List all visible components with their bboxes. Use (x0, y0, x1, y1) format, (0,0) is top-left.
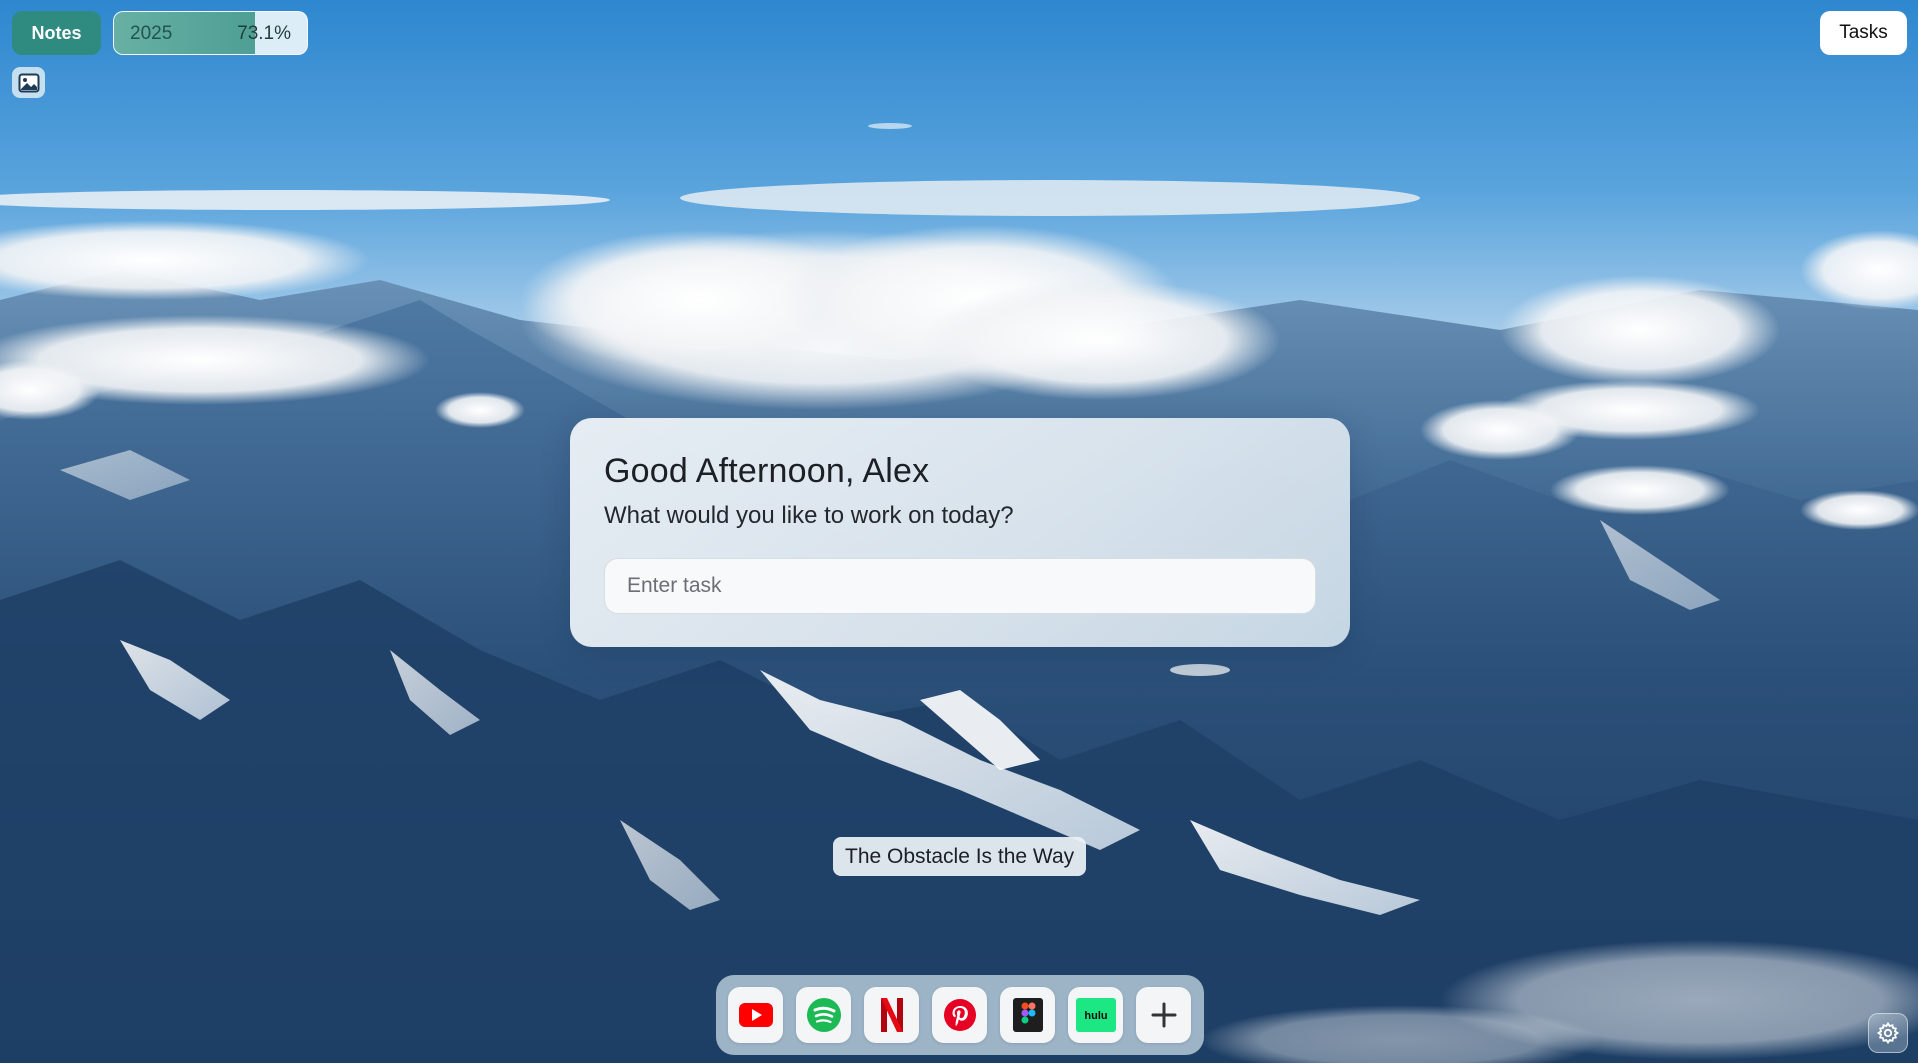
netflix-icon (880, 998, 903, 1032)
greeting-subtitle: What would you like to work on today? (604, 502, 1014, 529)
youtube-icon (738, 1003, 773, 1027)
settings-button[interactable] (1868, 1013, 1908, 1053)
dock-item-hulu[interactable]: hulu (1068, 987, 1123, 1043)
image-icon (18, 73, 39, 92)
dock-add-button[interactable] (1136, 987, 1191, 1043)
pinterest-icon (943, 999, 976, 1031)
figma-icon (1012, 998, 1043, 1032)
greeting-title: Good Afternoon, Alex (604, 452, 930, 490)
dock-item-spotify[interactable] (796, 987, 851, 1043)
gear-icon (1876, 1021, 1900, 1045)
notes-button[interactable]: Notes (12, 11, 101, 55)
quote-label: The Obstacle Is the Way (833, 837, 1087, 876)
task-input[interactable] (604, 558, 1316, 614)
year-progress-bar: 2025 73.1% (113, 11, 308, 55)
dock-item-youtube[interactable] (728, 987, 783, 1043)
year-label: 2025 (130, 23, 173, 44)
change-background-button[interactable] (12, 67, 45, 98)
dock-item-netflix[interactable] (864, 987, 919, 1043)
add-icon (1151, 1002, 1176, 1028)
dock-item-figma[interactable] (1000, 987, 1055, 1043)
app-dock: hulu (716, 975, 1204, 1055)
svg-text:hulu: hulu (1084, 1010, 1107, 1022)
year-progress-percent: 73.1% (237, 23, 291, 44)
hulu-icon: hulu (1075, 998, 1116, 1032)
tasks-button[interactable]: Tasks (1820, 11, 1907, 55)
spotify-icon (806, 998, 841, 1032)
dock-item-pinterest[interactable] (932, 987, 987, 1043)
greeting-card: Good Afternoon, Alex What would you like… (570, 418, 1350, 647)
